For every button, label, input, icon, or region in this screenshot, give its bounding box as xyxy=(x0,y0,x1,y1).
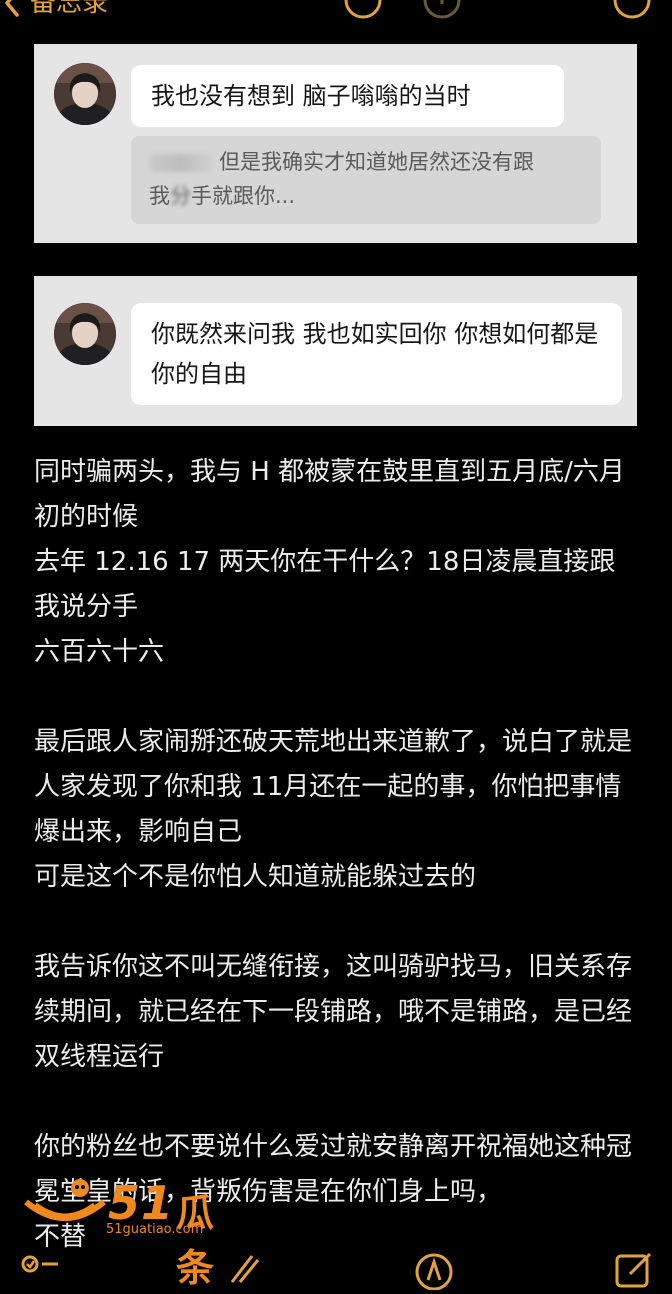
quote-line-1: 但是我确实才知道她居然还没有跟 xyxy=(219,150,534,174)
chevron-left-icon xyxy=(5,0,19,17)
compose-icon[interactable] xyxy=(614,1250,654,1290)
message-text: 我也没有想到 脑子嗡嗡的当时 xyxy=(151,82,471,110)
message-bubble: 我也没有想到 脑子嗡嗡的当时 xyxy=(131,65,564,127)
more-circle-icon[interactable] xyxy=(422,0,462,20)
note-paragraph: 同时骗两头，我与 H 都被蒙在鼓里直到五月底/六月初的时候 xyxy=(34,457,625,532)
note-paragraph: 六百六十六 xyxy=(34,637,165,667)
watermark-logo: 51 瓜条 51guatiao.com xyxy=(18,1170,248,1290)
note-paragraph: 我告诉你这不叫无缝衔接，这叫骑驴找马，旧关系存续期间，就已经在下一段铺路，哦不是… xyxy=(34,952,633,1072)
export-icon[interactable] xyxy=(518,0,558,20)
compass-icon[interactable] xyxy=(414,1250,454,1291)
back-button[interactable]: 备忘录 xyxy=(4,0,154,20)
ellipsis-icon[interactable] xyxy=(612,0,652,20)
chat-screenshot-2: 你既然来问我 我也如实回你 你想如何都是你的自由 xyxy=(34,276,637,426)
checklist-icon[interactable] xyxy=(20,1250,60,1290)
chat-screenshot-1: 我也没有想到 脑子嗡嗡的当时 但是我确实才知道她居然还没有跟 我分手就跟你... xyxy=(34,44,637,243)
quote-line-2b: 手就跟你... xyxy=(191,184,296,208)
quote-line-2a: 我 xyxy=(149,184,170,208)
note-body[interactable]: 同时骗两头，我与 H 都被蒙在鼓里直到五月底/六月初的时候 去年 12.16 1… xyxy=(34,450,640,1260)
quote-line-2-blurred: 分 xyxy=(170,184,191,208)
note-paragraph: 去年 12.16 17 两天你在干什么？18日凌晨直接跟我说分手 xyxy=(34,547,616,622)
message-bubble: 你既然来问我 我也如实回你 你想如何都是你的自由 xyxy=(131,303,622,405)
quote-sender-blurred xyxy=(149,154,213,172)
quoted-message: 但是我确实才知道她居然还没有跟 我分手就跟你... xyxy=(131,136,601,224)
pencil-icon[interactable] xyxy=(222,1250,262,1290)
watermark-melon-icon xyxy=(24,1179,106,1221)
note-paragraph: 最后跟人家闹掰还破天荒地出来道歉了，说白了就是人家发现了你和我 11月还在一起的… xyxy=(34,727,633,847)
avatar xyxy=(54,303,116,365)
avatar xyxy=(54,63,116,125)
share-icon[interactable] xyxy=(343,0,383,20)
nav-bar: 备忘录 xyxy=(0,0,672,24)
note-paragraph: 可是这个不是你怕人知道就能躲过去的 xyxy=(34,862,477,892)
message-text: 你既然来问我 我也如实回你 你想如何都是你的自由 xyxy=(151,320,599,388)
back-label: 备忘录 xyxy=(30,0,109,18)
watermark-url: 51guatiao.com xyxy=(106,1222,204,1237)
